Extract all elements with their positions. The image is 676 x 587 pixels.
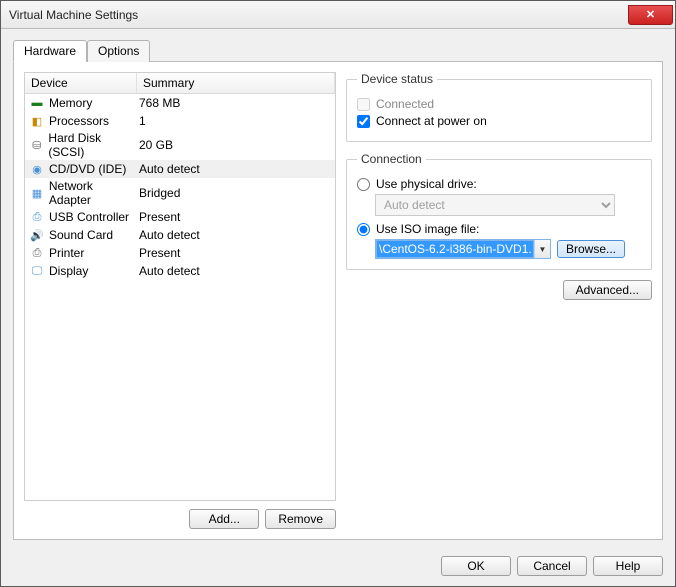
right-column: Device status Connected Connect at power…: [346, 72, 652, 529]
harddisk-icon: ⛁: [29, 137, 44, 153]
add-button[interactable]: Add...: [189, 509, 259, 529]
table-row-display[interactable]: 🖵 Display Auto detect: [25, 262, 335, 280]
use-physical-radio[interactable]: [357, 178, 370, 191]
connected-row[interactable]: Connected: [357, 97, 641, 111]
device-summary: 20 GB: [137, 138, 335, 152]
table-row-processors[interactable]: ◧ Processors 1: [25, 112, 335, 130]
connected-label: Connected: [376, 97, 434, 111]
device-name: Display: [49, 264, 88, 278]
iso-indent: ▼ Browse...: [375, 239, 641, 259]
physical-drive-select: Auto detect: [375, 194, 615, 216]
close-button[interactable]: ✕: [628, 5, 673, 25]
tab-options[interactable]: Options: [87, 40, 150, 62]
use-physical-row[interactable]: Use physical drive:: [357, 177, 641, 191]
device-buttons-row: Add... Remove: [24, 501, 336, 529]
connected-checkbox: [357, 98, 370, 111]
device-summary: 768 MB: [137, 96, 335, 110]
table-row-harddisk[interactable]: ⛁Hard Disk (SCSI) 20 GB: [25, 130, 335, 160]
use-iso-radio[interactable]: [357, 223, 370, 236]
connection-group: Connection Use physical drive: Auto dete…: [346, 152, 652, 270]
iso-path-input[interactable]: [376, 240, 534, 258]
window-title: Virtual Machine Settings: [9, 8, 628, 22]
use-iso-row[interactable]: Use ISO image file:: [357, 222, 641, 236]
connect-power-on-label: Connect at power on: [376, 114, 487, 128]
footer-buttons: OK Cancel Help: [1, 548, 675, 586]
device-name: CD/DVD (IDE): [49, 162, 126, 176]
advanced-row: Advanced...: [346, 280, 652, 300]
connect-power-on-checkbox[interactable]: [357, 115, 370, 128]
chevron-down-icon[interactable]: ▼: [534, 240, 550, 258]
usb-icon: ⎙: [29, 209, 45, 225]
device-summary: Bridged: [137, 186, 335, 200]
cancel-button[interactable]: Cancel: [517, 556, 587, 576]
device-name: USB Controller: [49, 210, 129, 224]
table-header: Device Summary: [25, 73, 335, 94]
device-name: Printer: [49, 246, 84, 260]
device-name: Hard Disk (SCSI): [48, 131, 137, 159]
device-name: Memory: [49, 96, 92, 110]
left-column: Device Summary ▬ Memory 768 MB ◧ Processor…: [24, 72, 336, 529]
table-row-network[interactable]: ▦Network Adapter Bridged: [25, 178, 335, 208]
use-physical-label: Use physical drive:: [376, 177, 477, 191]
browse-button[interactable]: Browse...: [557, 240, 625, 258]
ok-button[interactable]: OK: [441, 556, 511, 576]
device-name: Network Adapter: [49, 179, 137, 207]
network-icon: ▦: [29, 185, 45, 201]
printer-icon: ⎙: [29, 245, 45, 261]
device-summary: Present: [137, 246, 335, 260]
display-icon: 🖵: [29, 263, 45, 279]
device-summary: 1: [137, 114, 335, 128]
cpu-icon: ◧: [29, 113, 45, 129]
sound-icon: 🔊: [29, 227, 45, 243]
table-row-sound[interactable]: 🔊 Sound Card Auto detect: [25, 226, 335, 244]
iso-combo[interactable]: ▼: [375, 239, 551, 259]
advanced-button[interactable]: Advanced...: [563, 280, 652, 300]
physical-drive-indent: Auto detect: [375, 194, 641, 216]
content-area: Hardware Options Device Summary ▬ Memory …: [1, 29, 675, 548]
device-name: Processors: [49, 114, 109, 128]
titlebar: Virtual Machine Settings ✕: [1, 1, 675, 29]
remove-button[interactable]: Remove: [265, 509, 336, 529]
vm-settings-window: Virtual Machine Settings ✕ Hardware Opti…: [0, 0, 676, 587]
tabs: Hardware Options: [13, 40, 663, 62]
table-row-usb[interactable]: ⎙ USB Controller Present: [25, 208, 335, 226]
memory-icon: ▬: [29, 95, 45, 111]
table-row-cddvd[interactable]: ◉ CD/DVD (IDE) Auto detect: [25, 160, 335, 178]
device-summary: Auto detect: [137, 162, 335, 176]
connect-power-on-row[interactable]: Connect at power on: [357, 114, 641, 128]
header-summary[interactable]: Summary: [137, 73, 335, 93]
connection-legend: Connection: [357, 152, 426, 166]
device-summary: Auto detect: [137, 264, 335, 278]
cd-icon: ◉: [29, 161, 45, 177]
header-device[interactable]: Device: [25, 73, 137, 93]
close-icon: ✕: [646, 8, 655, 21]
hardware-panel: Device Summary ▬ Memory 768 MB ◧ Processor…: [13, 61, 663, 540]
device-table: Device Summary ▬ Memory 768 MB ◧ Processor…: [24, 72, 336, 501]
device-status-group: Device status Connected Connect at power…: [346, 72, 652, 142]
device-summary: Auto detect: [137, 228, 335, 242]
use-iso-label: Use ISO image file:: [376, 222, 479, 236]
device-name: Sound Card: [49, 228, 113, 242]
table-row-memory[interactable]: ▬ Memory 768 MB: [25, 94, 335, 112]
device-summary: Present: [137, 210, 335, 224]
table-row-printer[interactable]: ⎙ Printer Present: [25, 244, 335, 262]
tab-hardware[interactable]: Hardware: [13, 40, 87, 62]
device-status-legend: Device status: [357, 72, 437, 86]
help-button[interactable]: Help: [593, 556, 663, 576]
